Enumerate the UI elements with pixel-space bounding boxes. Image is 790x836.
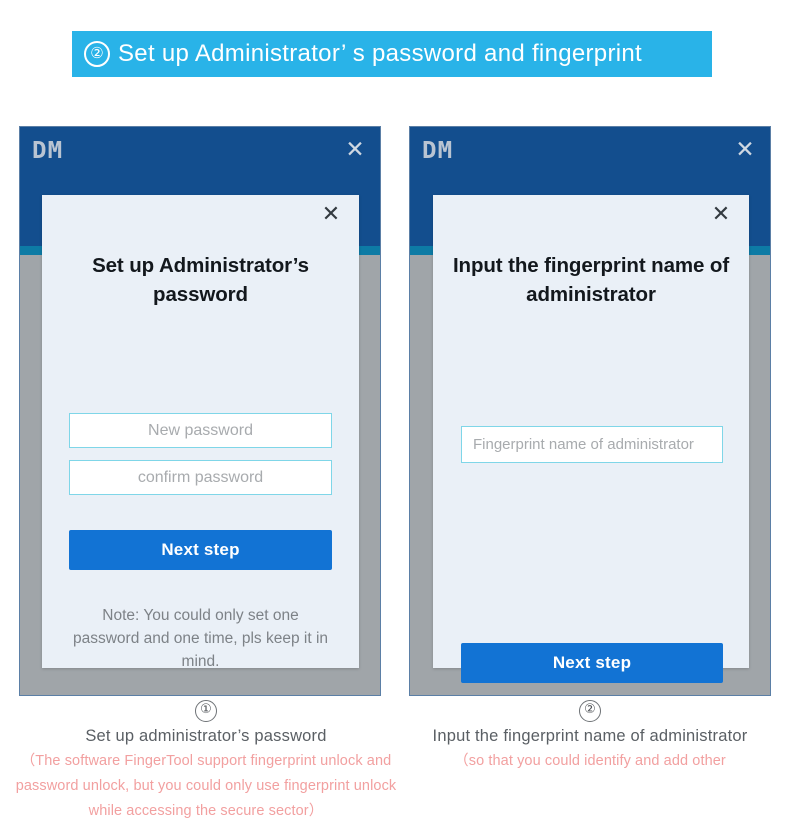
caption-subtitle: （so that you could identify and add othe… xyxy=(454,753,726,769)
fingerprint-window: DM ✕ ✕ Input the fingerprint name of adm… xyxy=(409,126,771,696)
window-close-icon[interactable]: ✕ xyxy=(732,137,758,163)
step-banner-title: Set up Administrator’ s password and fin… xyxy=(118,40,642,67)
password-window: DM ✕ ✕ Set up Administrator’s password N… xyxy=(19,126,381,696)
dialog-title: Set up Administrator’s password xyxy=(92,254,309,306)
confirm-password-field[interactable]: confirm password xyxy=(69,460,332,495)
caption-title: Set up administrator’s password xyxy=(85,727,327,745)
page-header: ② Set up Administrator’ s password and f… xyxy=(0,0,790,108)
dm-logo: DM xyxy=(422,138,454,164)
caption-number-badge: ② xyxy=(579,700,601,722)
next-step-button[interactable]: Next step xyxy=(461,643,723,683)
step-number-badge: ② xyxy=(84,41,110,67)
next-step-button[interactable]: Next step xyxy=(69,530,332,570)
caption-title: Input the fingerprint name of administra… xyxy=(432,727,748,745)
setup-password-dialog: ✕ Set up Administrator’s password New pa… xyxy=(42,195,359,670)
fingerprint-name-placeholder: Fingerprint name of administrator xyxy=(473,436,694,453)
fingerprint-name-dialog: ✕ Input the fingerprint name of administ… xyxy=(433,195,749,683)
fingerprint-name-field[interactable]: Fingerprint name of administrator xyxy=(461,426,723,463)
window-close-icon[interactable]: ✕ xyxy=(342,137,368,163)
caption-fingerprint: ② Input the fingerprint name of administ… xyxy=(398,700,782,774)
caption-number-badge: ① xyxy=(195,700,217,722)
dm-logo: DM xyxy=(32,138,64,164)
close-icon[interactable]: ✕ xyxy=(319,203,343,227)
confirm-password-placeholder: confirm password xyxy=(137,468,264,486)
screenshots-row: DM ✕ ✕ Set up Administrator’s password N… xyxy=(0,126,790,698)
captions-row: ① Set up administrator’s password （The s… xyxy=(0,700,790,836)
caption-password: ① Set up administrator’s password （The s… xyxy=(14,700,398,824)
password-note-text: Note: You could only set one password an… xyxy=(72,607,329,670)
step-banner: ② Set up Administrator’ s password and f… xyxy=(72,31,712,77)
dialog-title: Input the fingerprint name of administra… xyxy=(452,254,730,306)
new-password-field[interactable]: New password xyxy=(69,413,332,448)
new-password-placeholder: New password xyxy=(148,421,253,439)
close-icon[interactable]: ✕ xyxy=(709,203,733,227)
caption-subtitle: （The software FingerTool support fingerp… xyxy=(15,753,397,819)
